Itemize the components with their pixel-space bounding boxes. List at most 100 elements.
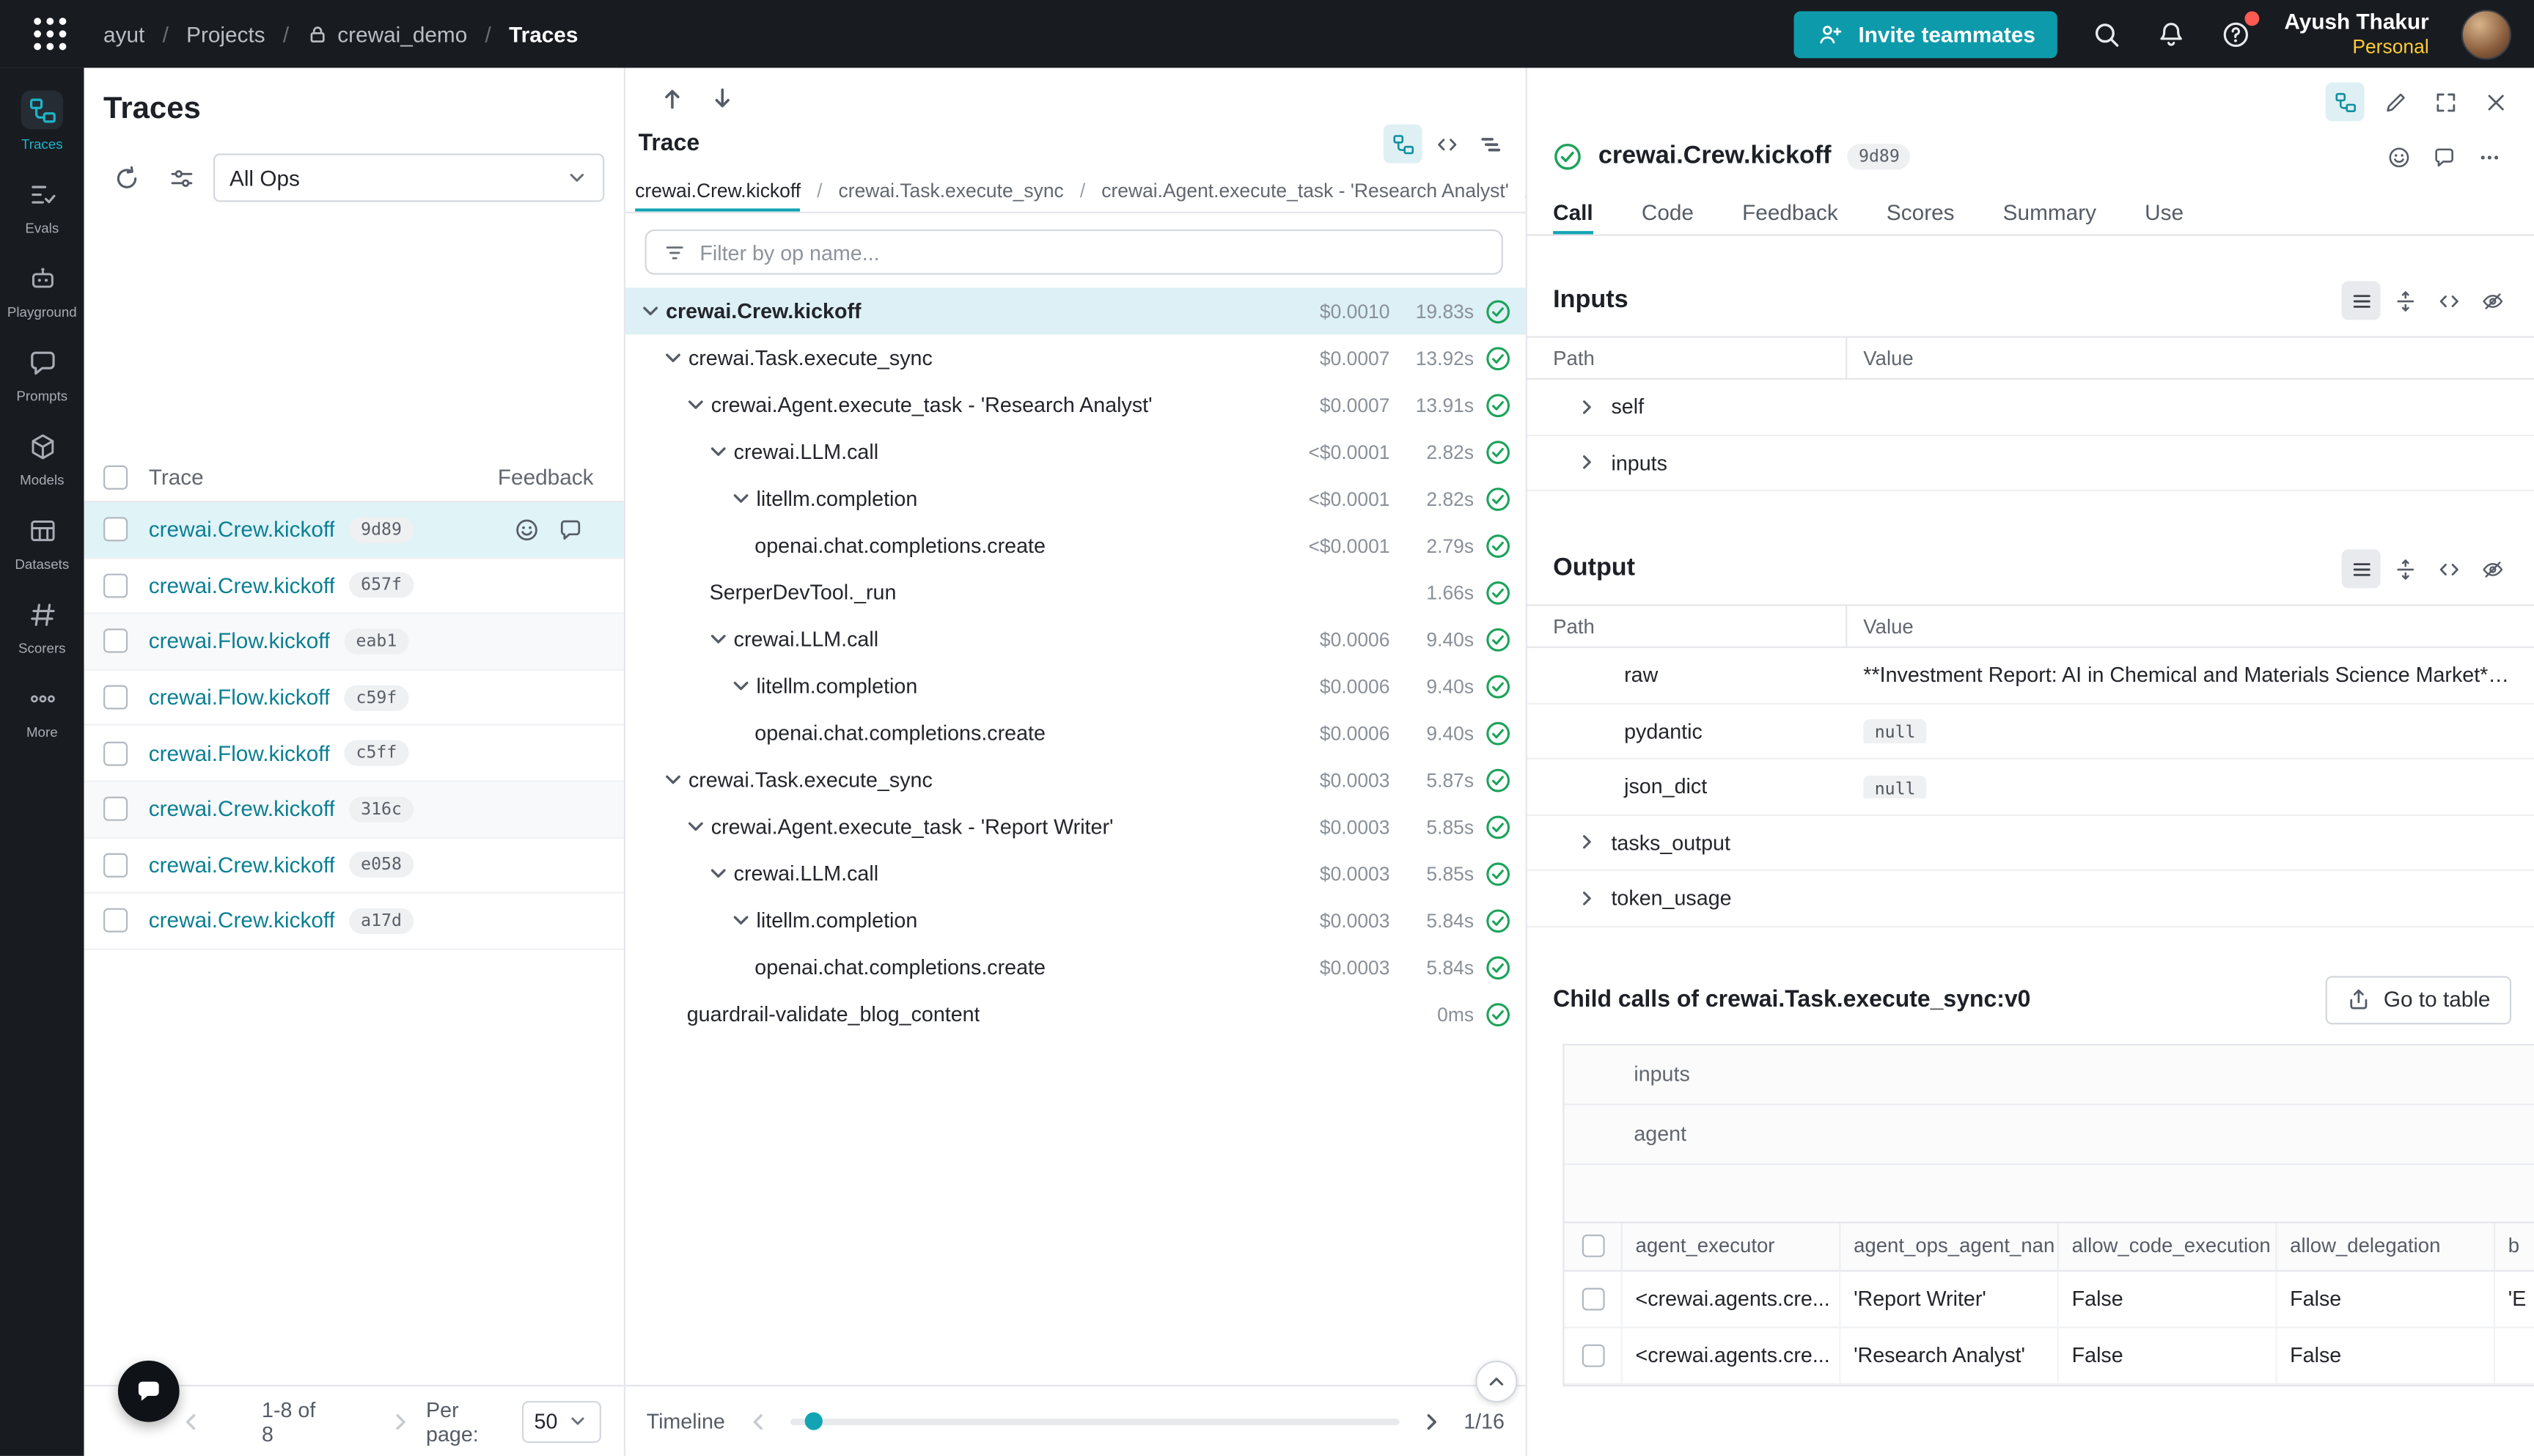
expand-chevron-icon[interactable] (1576, 395, 1598, 418)
trace-name-link[interactable]: crewai.Flow.kickoff (149, 741, 331, 765)
row-checkbox[interactable] (1582, 1344, 1604, 1367)
breadcrumb-entity[interactable]: ayut (103, 22, 144, 46)
kv-row[interactable]: raw **Investment Report: AI in Chemical … (1527, 648, 2534, 704)
path-tab[interactable]: crewai.LLM.cal (1509, 169, 1526, 211)
trace-name-link[interactable]: crewai.Flow.kickoff (149, 629, 331, 653)
timeline-slider-knob[interactable] (804, 1412, 822, 1430)
kv-row[interactable]: pydantic null (1527, 704, 2534, 760)
sidebar-item-prompts[interactable]: Prompts (3, 333, 81, 412)
tree-view-toggle[interactable] (1384, 125, 1422, 163)
column-header[interactable]: allow_delegation (2275, 1222, 2494, 1269)
table-row[interactable]: crewai.Flow.kickoff eab1 (84, 614, 624, 670)
list-view-icon[interactable] (2342, 549, 2381, 588)
row-checkbox[interactable] (103, 853, 128, 877)
detail-tab[interactable]: Use (2145, 189, 2184, 235)
table-row[interactable]: crewai.Crew.kickoff 316c (84, 782, 624, 838)
expand-rows-icon[interactable] (2385, 549, 2424, 588)
add-note-icon[interactable] (557, 517, 583, 543)
wandb-logo[interactable] (29, 13, 71, 55)
sidebar-item-playground[interactable]: Playground (3, 249, 81, 328)
expand-chevron-icon[interactable] (1576, 451, 1598, 474)
row-checkbox[interactable] (1582, 1287, 1604, 1310)
select-all-checkbox[interactable] (1582, 1235, 1604, 1257)
sidebar-item-more[interactable]: More (3, 669, 81, 748)
row-checkbox[interactable] (103, 909, 128, 933)
add-reaction-icon[interactable] (2379, 137, 2417, 176)
collapse-chevron-icon[interactable] (661, 768, 685, 792)
filter-settings-icon[interactable] (158, 155, 204, 201)
code-view-icon[interactable] (2429, 549, 2468, 588)
previous-sibling-icon[interactable] (659, 86, 685, 111)
show-tree-toggle[interactable] (2326, 82, 2365, 121)
per-page-select[interactable]: 50 (521, 1400, 601, 1442)
trace-tree-row[interactable]: crewai.LLM.call <$0.0001 2.82s (625, 428, 1526, 475)
row-checkbox[interactable] (103, 518, 128, 542)
fullscreen-icon[interactable] (2425, 82, 2464, 121)
trace-tree-row[interactable]: crewai.Crew.kickoff $0.0010 19.83s (625, 287, 1526, 334)
notifications-bell-icon[interactable] (2155, 18, 2187, 50)
trace-tree-row[interactable]: crewai.Agent.execute_task - 'Report Writ… (625, 803, 1526, 850)
collapse-chevron-icon[interactable] (639, 299, 663, 323)
avatar[interactable] (2461, 9, 2511, 59)
invite-teammates-button[interactable]: Invite teammates (1793, 10, 2058, 57)
table-row[interactable]: crewai.Crew.kickoff a17d (84, 894, 624, 949)
trace-tree-row[interactable]: litellm.completion $0.0003 5.84s (625, 897, 1526, 944)
kv-row[interactable]: tasks_output (1527, 815, 2534, 871)
trace-name-link[interactable]: crewai.Crew.kickoff (149, 573, 335, 598)
breadcrumb-projects[interactable]: Projects (186, 22, 265, 46)
kv-row[interactable]: self (1527, 380, 2534, 435)
sidebar-item-evals[interactable]: Evals (3, 165, 81, 244)
go-to-table-button[interactable]: Go to table (2326, 975, 2512, 1023)
trace-tree-row[interactable]: crewai.Task.execute_sync $0.0003 5.87s (625, 757, 1526, 804)
add-note-icon[interactable] (2424, 137, 2463, 176)
op-filter-input[interactable] (699, 240, 1485, 264)
column-header-feedback[interactable]: Feedback (498, 466, 624, 490)
collapse-chevron-icon[interactable] (706, 627, 730, 651)
table-row[interactable]: crewai.Crew.kickoff 657f (84, 559, 624, 614)
detail-tab[interactable]: Feedback (1742, 189, 1838, 235)
trace-tree-row[interactable]: SerperDevTool._run 1.66s (625, 569, 1526, 616)
code-view-toggle[interactable] (1427, 125, 1466, 163)
collapse-chevron-icon[interactable] (706, 861, 730, 886)
trace-name-link[interactable]: crewai.Crew.kickoff (149, 909, 335, 933)
trace-tree-row[interactable]: crewai.LLM.call $0.0006 9.40s (625, 616, 1526, 663)
row-checkbox[interactable] (103, 685, 128, 710)
edit-pencil-icon[interactable] (2376, 82, 2414, 121)
detail-tab[interactable]: Call (1553, 189, 1593, 235)
row-checkbox[interactable] (103, 573, 128, 598)
breadcrumb-project[interactable]: crewai_demo (306, 22, 467, 46)
hide-values-icon[interactable] (2472, 549, 2511, 588)
collapse-chevron-icon[interactable] (661, 346, 685, 370)
table-row[interactable]: crewai.Crew.kickoff e058 (84, 838, 624, 894)
trace-tree-row[interactable]: litellm.completion <$0.0001 2.82s (625, 475, 1526, 522)
trace-tree-row[interactable]: litellm.completion $0.0006 9.40s (625, 663, 1526, 710)
detail-tab[interactable]: Scores (1887, 189, 1955, 235)
sidebar-item-scorers[interactable]: Scorers (3, 585, 81, 664)
help-icon[interactable] (2219, 18, 2252, 50)
sidebar-item-traces[interactable]: Traces (3, 81, 81, 160)
row-checkbox[interactable] (103, 797, 128, 821)
trace-tree-row[interactable]: openai.chat.completions.create <$0.0001 … (625, 522, 1526, 569)
kv-row[interactable]: json_dict null (1527, 760, 2534, 815)
column-header[interactable]: allow_code_execution (2057, 1222, 2276, 1269)
collapse-chevron-icon[interactable] (683, 815, 708, 839)
column-header-trace[interactable]: Trace (149, 466, 498, 490)
trace-name-link[interactable]: crewai.Flow.kickoff (149, 685, 331, 710)
search-icon[interactable] (2090, 18, 2123, 50)
scroll-to-top-button[interactable] (1475, 1361, 1517, 1402)
trace-name-link[interactable]: crewai.Crew.kickoff (149, 853, 335, 877)
path-tab[interactable]: crewai.Agent.execute_task - 'Research An… (1064, 169, 1509, 211)
trace-tree-row[interactable]: crewai.Agent.execute_task - 'Research An… (625, 381, 1526, 428)
support-chat-button[interactable] (118, 1361, 180, 1422)
column-header[interactable]: b (2494, 1222, 2534, 1269)
trace-tree-row[interactable]: openai.chat.completions.create $0.0006 9… (625, 710, 1526, 757)
trace-name-link[interactable]: crewai.Crew.kickoff (149, 518, 335, 542)
collapse-chevron-icon[interactable] (729, 908, 753, 933)
hide-values-icon[interactable] (2472, 282, 2511, 320)
trace-tree-row[interactable]: crewai.LLM.call $0.0003 5.85s (625, 850, 1526, 897)
kv-row[interactable]: token_usage (1527, 871, 2534, 927)
close-icon[interactable] (2476, 82, 2515, 121)
collapse-chevron-icon[interactable] (729, 486, 753, 510)
table-row[interactable]: crewai.Flow.kickoff c5ff (84, 726, 624, 782)
detail-tab[interactable]: Code (1642, 189, 1694, 235)
